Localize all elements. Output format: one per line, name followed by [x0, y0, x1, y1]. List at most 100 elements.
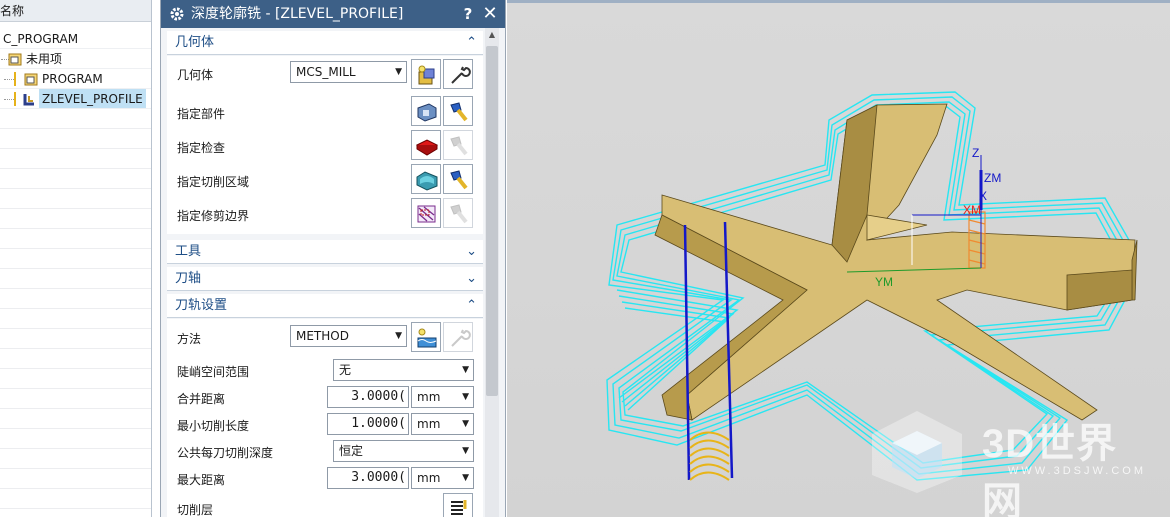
dialog-title: 深度轮廓铣 - [ZLEVEL_PROFILE]	[191, 6, 404, 22]
wrench-button[interactable]	[443, 59, 473, 89]
empty-row	[0, 409, 151, 429]
path-settings-section-header[interactable]: 刀轨设置 ⌃	[167, 294, 483, 318]
navigator-header[interactable]: 名称	[0, 0, 151, 22]
tree-item-label: C_PROGRAM	[3, 32, 79, 46]
edit-method-button[interactable]	[411, 322, 441, 352]
tree-item-c-program[interactable]: C_PROGRAM	[0, 29, 151, 49]
max-distance-unit-select[interactable]: mm ▼	[411, 467, 474, 489]
display-cut-area-button[interactable]	[443, 164, 473, 194]
dropdown-arrow-icon: ▼	[462, 392, 469, 402]
section-title: 刀轴	[175, 271, 202, 286]
dropdown-arrow-icon: ▼	[462, 446, 469, 456]
dialog-scrollbar[interactable]: ▲	[485, 28, 499, 517]
geometry-select[interactable]: MCS_MILL ▼	[290, 61, 407, 83]
collapse-icon[interactable]: ⌃	[466, 294, 477, 318]
specify-part-label: 指定部件	[177, 107, 226, 121]
tool-section-header[interactable]: 工具 ⌄	[167, 240, 483, 264]
section-title: 工具	[175, 244, 202, 259]
min-cut-length-label: 最小切削长度	[177, 419, 250, 433]
dropdown-arrow-icon: ▼	[395, 67, 402, 77]
path-settings-section: 方法 METHOD ▼ 陡峭空间范围 无 ▼ 合并距离 3.0000( mm ▼	[167, 319, 483, 517]
geometry-value: MCS_MILL	[296, 65, 356, 79]
expand-icon[interactable]: ⌄	[466, 267, 477, 291]
flashlight-icon	[450, 136, 468, 156]
depth-per-cut-value: 恒定	[339, 444, 364, 458]
steep-range-select[interactable]: 无 ▼	[333, 359, 474, 381]
tool-tip-helix	[689, 431, 730, 481]
empty-row	[0, 189, 151, 209]
select-check-button[interactable]	[411, 130, 441, 160]
display-part-button[interactable]	[443, 96, 473, 126]
check-geometry-icon	[415, 139, 439, 156]
dropdown-arrow-icon: ▼	[462, 419, 469, 429]
method-label: 方法	[177, 332, 202, 346]
merge-distance-unit-select[interactable]: mm ▼	[411, 386, 474, 408]
specify-check-label: 指定检查	[177, 141, 226, 155]
cut-area-icon	[416, 171, 438, 191]
tree-item-zlevel-profile[interactable]: ZLEVEL_PROFILE	[0, 89, 151, 109]
section-title: 刀轨设置	[175, 298, 228, 313]
tree-item-label: 未用项	[26, 52, 63, 66]
help-button[interactable]: ?	[459, 0, 477, 28]
tree-item-program[interactable]: PROGRAM	[0, 69, 151, 89]
zlevel-operation-icon	[23, 94, 34, 106]
min-cut-length-input[interactable]: 1.0000(	[327, 413, 409, 435]
expand-icon[interactable]: ⌄	[466, 240, 477, 264]
folder-icon	[8, 53, 22, 66]
section-title: 几何体	[175, 35, 215, 50]
empty-row	[0, 309, 151, 329]
min-cut-length-unit-select[interactable]: mm ▼	[411, 413, 474, 435]
watermark: 3D世界网 WWW.3DSJW.COM	[862, 407, 1152, 517]
status-marker	[14, 72, 16, 86]
dialog-title-bar[interactable]: 深度轮廓铣 - [ZLEVEL_PROFILE] ? ✕	[161, 0, 505, 28]
method-wrench-button[interactable]	[443, 322, 473, 352]
collapse-icon[interactable]: ⌃	[466, 31, 477, 55]
method-select[interactable]: METHOD ▼	[290, 325, 407, 347]
empty-row	[0, 429, 151, 449]
close-button[interactable]: ✕	[481, 0, 499, 28]
empty-row	[0, 449, 151, 469]
select-cut-area-button[interactable]	[411, 164, 441, 194]
specify-cut-area-label: 指定切削区域	[177, 175, 250, 189]
empty-row	[0, 349, 151, 369]
name-column-header: 名称	[0, 4, 25, 18]
select-trim-boundary-button[interactable]	[411, 198, 441, 228]
axis-z-label: Z	[972, 146, 979, 160]
gear-icon[interactable]	[169, 6, 185, 22]
axis-x-label: X	[979, 189, 987, 203]
new-geometry-icon	[418, 65, 435, 85]
operation-navigator: 名称 C_PROGRAM 未用项 PROGRAM ZLEVEL_PROFILE	[0, 0, 152, 517]
unit-value: mm	[417, 390, 441, 404]
edit-geometry-button[interactable]	[411, 59, 441, 89]
dropdown-arrow-icon: ▼	[395, 331, 402, 341]
empty-row	[0, 209, 151, 229]
tool-axis-section-header[interactable]: 刀轴 ⌄	[167, 267, 483, 291]
cut-levels-label: 切削层	[177, 503, 214, 517]
tree-item-unused[interactable]: 未用项	[0, 49, 151, 69]
tree-connector	[4, 99, 14, 100]
empty-row	[0, 329, 151, 349]
empty-row	[0, 269, 151, 289]
viewport-top-border	[507, 0, 1170, 3]
empty-row	[0, 469, 151, 489]
axis-ym-label: YM	[875, 275, 893, 289]
display-check-button[interactable]	[443, 130, 473, 160]
scroll-thumb[interactable]	[486, 46, 498, 396]
scroll-up-icon[interactable]: ▲	[485, 30, 499, 44]
geometry-section: 几何体 MCS_MILL ▼ 指定部件 指定检查 指定切削区域 指定修剪边界	[167, 56, 483, 234]
watermark-url: WWW.3DSJW.COM	[1008, 465, 1146, 477]
max-distance-input[interactable]: 3.0000(	[327, 467, 409, 489]
tree-item-label: PROGRAM	[42, 72, 103, 86]
depth-per-cut-select[interactable]: 恒定 ▼	[333, 440, 474, 462]
watermark-title: 3D世界网	[982, 422, 1118, 517]
flashlight-icon	[450, 204, 468, 224]
select-part-button[interactable]	[411, 96, 441, 126]
display-trim-boundary-button[interactable]	[443, 198, 473, 228]
empty-row	[0, 369, 151, 389]
empty-row	[0, 109, 151, 129]
empty-row	[0, 229, 151, 249]
merge-distance-input[interactable]: 3.0000(	[327, 386, 409, 408]
geometry-section-header[interactable]: 几何体 ⌃	[167, 31, 483, 55]
cut-levels-button[interactable]	[443, 493, 473, 517]
graphics-viewport[interactable]: Z ZM X XM YM 3D世界网 WWW.3DSJW.COM	[507, 0, 1170, 517]
